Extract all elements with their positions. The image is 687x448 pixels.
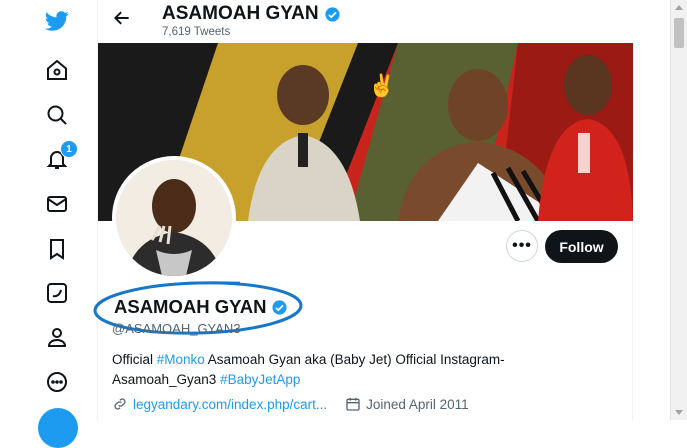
follow-button[interactable]: Follow <box>545 230 618 263</box>
tweet-count: 7,619 Tweets <box>162 26 231 38</box>
notification-badge: 1 <box>60 140 78 158</box>
website-item[interactable]: legyandary.com/index.php/cart... <box>112 396 327 412</box>
bookmarks-icon[interactable] <box>36 228 78 270</box>
messages-envelope-icon[interactable] <box>36 183 78 225</box>
website-link[interactable]: legyandary.com/index.php/cart... <box>133 397 327 412</box>
profile-meta: legyandary.com/index.php/cart... Joined … <box>112 396 469 412</box>
more-actions-button[interactable]: ••• <box>506 230 538 262</box>
bio-hashtag-monko[interactable]: #Monko <box>157 352 205 367</box>
sidebar: 1 <box>0 0 98 448</box>
profile-main: ASAMOAH GYAN 7,619 Tweets ✌ ••• Follow A… <box>93 0 633 420</box>
bio-hashtag-babyjetapp[interactable]: #BabyJetApp <box>220 372 300 387</box>
explore-search-icon[interactable] <box>36 94 78 136</box>
profile-bio: Official #Monko Asamoah Gyan aka (Baby J… <box>112 350 532 390</box>
compose-tweet-button[interactable] <box>38 408 78 448</box>
joined-date: Joined April 2011 <box>366 396 469 412</box>
header-title: ASAMOAH GYAN <box>162 3 341 25</box>
verified-badge-icon <box>272 299 288 315</box>
verified-badge-icon <box>325 6 340 22</box>
header-display-name: ASAMOAH GYAN <box>162 3 319 24</box>
svg-text:✌: ✌ <box>368 72 395 99</box>
profile-handle: @ASAMOAH_GYAN3 <box>112 321 241 336</box>
joined-item: Joined April 2011 <box>345 396 469 412</box>
calendar-icon <box>346 398 360 411</box>
profile-header-bar: ASAMOAH GYAN 7,619 Tweets <box>98 0 633 43</box>
profile-display-name-row: ASAMOAH GYAN <box>114 296 288 318</box>
more-options-icon[interactable] <box>36 361 78 403</box>
scroll-up-arrow-icon[interactable] <box>675 5 683 10</box>
profile-display-name: ASAMOAH GYAN <box>114 296 267 317</box>
scrollbar[interactable] <box>670 0 687 420</box>
scroll-down-arrow-icon[interactable] <box>675 410 683 415</box>
scrollbar-thumb[interactable] <box>674 18 684 48</box>
profile-icon[interactable] <box>36 316 78 358</box>
bio-text: Official <box>112 352 157 367</box>
twitter-logo-icon[interactable] <box>36 0 78 42</box>
back-arrow-icon[interactable] <box>112 8 132 28</box>
link-icon <box>114 398 126 410</box>
profile-avatar[interactable] <box>112 156 236 280</box>
home-icon[interactable] <box>36 49 78 91</box>
twitter-blue-icon[interactable] <box>36 272 78 314</box>
notifications-bell-icon[interactable]: 1 <box>36 138 78 180</box>
